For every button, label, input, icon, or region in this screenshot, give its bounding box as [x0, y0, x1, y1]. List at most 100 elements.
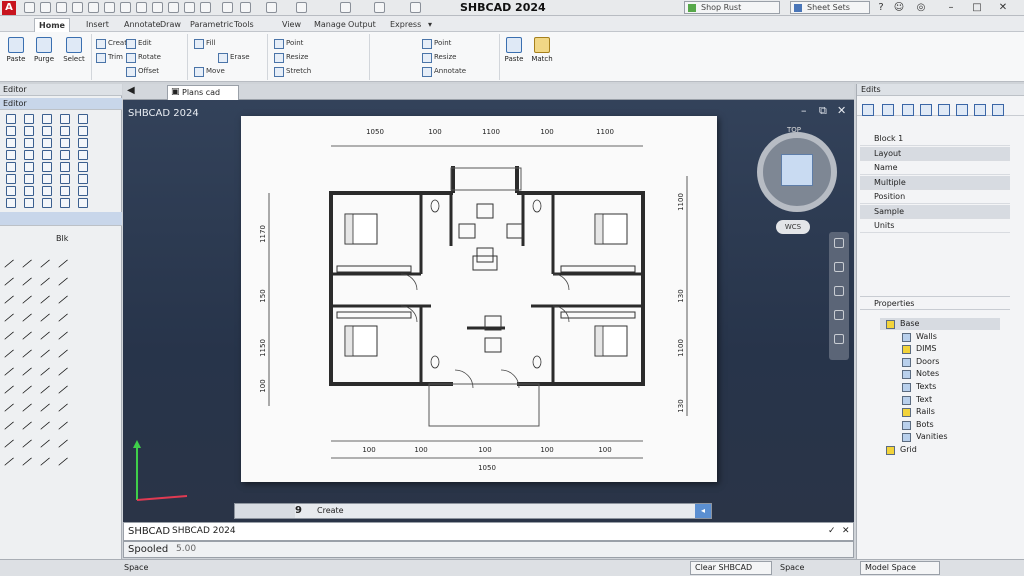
draw-tool-icon[interactable] — [22, 385, 38, 401]
tab-view[interactable]: View — [278, 18, 305, 32]
draw-tool-icon[interactable] — [40, 367, 56, 383]
tool-icon[interactable] — [24, 126, 34, 136]
user-icon[interactable]: ☺ — [892, 1, 906, 14]
layer-color-icon[interactable] — [902, 370, 911, 380]
draw-tool-icon[interactable] — [58, 259, 74, 275]
qat-more-icon[interactable] — [410, 2, 421, 13]
viewcube-face-icon[interactable] — [781, 154, 813, 186]
draw-tool-icon[interactable] — [22, 313, 38, 329]
layer-color-icon[interactable] — [902, 433, 911, 443]
tab-express[interactable]: Express — [386, 18, 425, 32]
draw-tool-icon[interactable] — [22, 277, 38, 293]
layer-row[interactable]: Notes — [896, 368, 1016, 380]
command-input[interactable]: Create — [317, 504, 344, 518]
trim-button[interactable]: Trim — [96, 52, 123, 63]
layer-row[interactable]: DIMS — [896, 343, 1016, 355]
drawing-viewport[interactable]: SHBCAD 2024 – ⧉ ✕ 1050 100 1100 100 1100 100 1… — [123, 100, 854, 522]
draw-tool-icon[interactable] — [22, 295, 38, 311]
layer-row[interactable]: Grid — [880, 444, 1000, 456]
tool-icon[interactable] — [24, 138, 34, 148]
draw-tool-icon[interactable] — [58, 421, 74, 437]
globe-icon[interactable]: ◎ — [914, 1, 928, 14]
draw-tool-icon[interactable] — [40, 313, 56, 329]
toggle-pickadd-icon[interactable] — [902, 104, 914, 116]
linetype-icon[interactable] — [992, 104, 1004, 116]
print-icon[interactable] — [88, 2, 99, 13]
property-row[interactable]: Sample — [860, 204, 1010, 219]
tool-icon[interactable] — [60, 174, 70, 184]
tool-icon[interactable] — [78, 138, 88, 148]
draw-tool-icon[interactable] — [22, 403, 38, 419]
tool-icon[interactable] — [24, 174, 34, 184]
cloud-icon[interactable] — [222, 2, 233, 13]
command-check-icon[interactable]: ✓ — [828, 523, 836, 540]
plot-preview-icon[interactable] — [340, 2, 351, 13]
tools-icon[interactable] — [374, 2, 385, 13]
command-prompt-row[interactable]: Spooled 5.00 — [123, 541, 854, 558]
prompt-text[interactable]: 5.00 — [176, 542, 196, 557]
draw-tool-icon[interactable] — [40, 403, 56, 419]
layer-icon[interactable] — [184, 2, 195, 13]
rotate-button[interactable]: Rotate — [126, 52, 161, 63]
tool-icon[interactable] — [24, 186, 34, 196]
command-history-icon[interactable] — [235, 504, 295, 518]
draw-tool-icon[interactable] — [58, 331, 74, 347]
tool-icon[interactable] — [78, 186, 88, 196]
shop-chip[interactable]: Shop Rust — [684, 1, 780, 14]
property-row[interactable]: Name — [860, 161, 1010, 175]
property-row[interactable]: Position — [860, 190, 1010, 204]
property-row[interactable]: Multiple — [860, 175, 1010, 190]
status-workspace-chip[interactable]: Clear SHBCAD 2024 — [690, 561, 772, 576]
tab-more[interactable]: ▾ — [424, 18, 436, 32]
layer-row[interactable]: Texts — [896, 381, 1016, 393]
tool-icon[interactable] — [42, 138, 52, 148]
tool-icon[interactable] — [78, 126, 88, 136]
help-icon[interactable]: ? — [874, 1, 888, 14]
draw-tool-icon[interactable] — [22, 367, 38, 383]
tool-icon[interactable] — [24, 198, 34, 208]
draw-tool-icon[interactable] — [4, 295, 20, 311]
move-button[interactable]: Move — [194, 66, 225, 77]
viewcube[interactable]: TOP — [757, 126, 837, 212]
erase-button[interactable]: Erase — [218, 52, 250, 63]
layer-color-icon[interactable] — [886, 446, 895, 455]
point-button[interactable]: Point — [274, 38, 303, 49]
draw-tool-icon[interactable] — [40, 421, 56, 437]
redo-icon[interactable] — [152, 2, 163, 13]
tool-icon[interactable] — [60, 126, 70, 136]
tool-icon[interactable] — [42, 162, 52, 172]
tool-icon[interactable] — [42, 126, 52, 136]
property-row[interactable]: Block 1 — [860, 132, 1010, 146]
tool-icon[interactable] — [78, 174, 88, 184]
match-properties-button[interactable]: Match — [530, 37, 554, 63]
draw-tool-icon[interactable] — [4, 277, 20, 293]
layer-color-icon[interactable] — [902, 395, 911, 405]
color-icon[interactable] — [974, 104, 986, 116]
draw-tool-icon[interactable] — [4, 367, 20, 383]
tool-icon[interactable] — [6, 114, 16, 124]
draw-tool-icon[interactable] — [40, 349, 56, 365]
draw-tool-icon[interactable] — [4, 313, 20, 329]
tool-icon[interactable] — [60, 198, 70, 208]
layer-color-icon[interactable] — [902, 408, 911, 418]
command-expand-icon[interactable]: ◂ — [695, 504, 711, 518]
tool-icon[interactable] — [78, 162, 88, 172]
plot-icon[interactable] — [104, 2, 115, 13]
resize-button[interactable]: Resize — [274, 52, 308, 63]
wcs-menu[interactable]: WCS — [776, 220, 810, 234]
match-icon[interactable] — [200, 2, 211, 13]
quick-select-icon[interactable] — [862, 104, 874, 116]
edit-button[interactable]: Edit — [126, 38, 152, 49]
viewport-restore-icon[interactable]: ⧉ — [819, 104, 827, 118]
tool-icon[interactable] — [24, 114, 34, 124]
tool-icon[interactable] — [78, 114, 88, 124]
menu-icon[interactable]: ◀ — [127, 85, 135, 96]
dropdown-icon[interactable] — [296, 2, 307, 13]
restore-icon[interactable]: □ — [970, 1, 984, 14]
layer-props-icon[interactable] — [920, 104, 932, 116]
draw-tool-icon[interactable] — [4, 385, 20, 401]
layer-point-button[interactable]: Point — [422, 38, 451, 49]
purge-button[interactable]: Purge — [32, 37, 56, 63]
tab-draw[interactable]: Draw — [156, 18, 185, 32]
draw-tool-icon[interactable] — [22, 457, 38, 473]
